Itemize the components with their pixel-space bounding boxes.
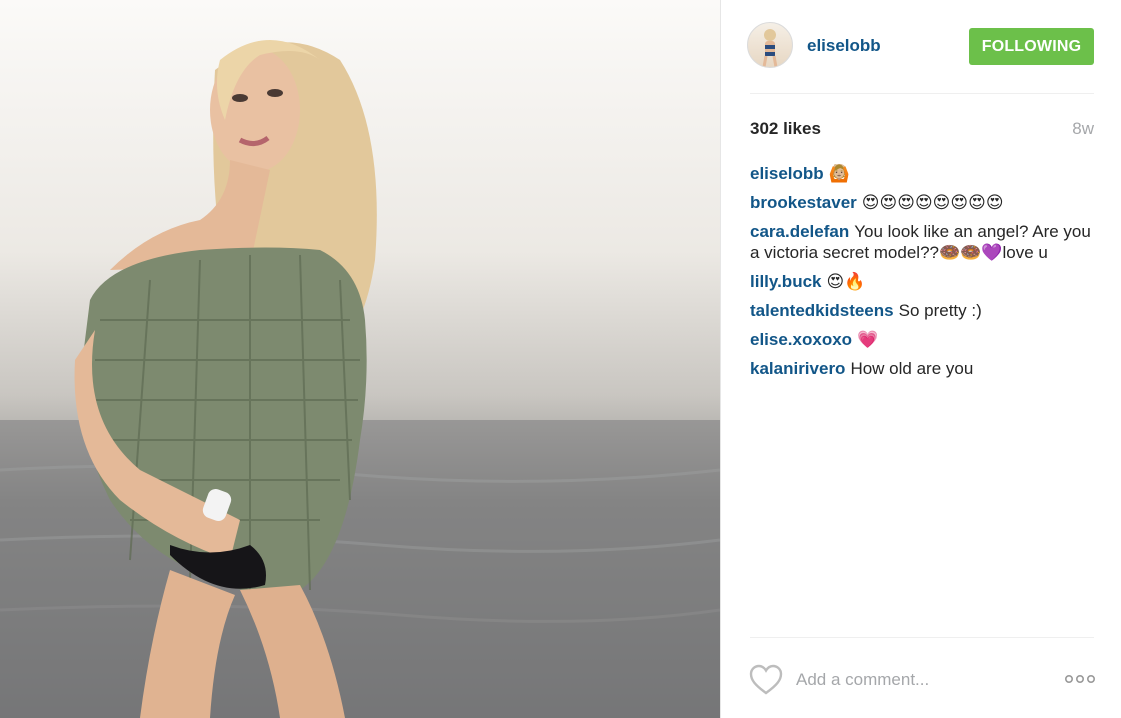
comment: kalanirivero How old are you bbox=[750, 358, 1098, 379]
comment: brookestaver 😍😍😍😍😍😍😍😍 bbox=[750, 192, 1098, 213]
more-horizontal-icon[interactable] bbox=[1064, 672, 1096, 686]
comment-username[interactable]: eliselobb bbox=[750, 164, 824, 183]
header-divider bbox=[750, 93, 1094, 94]
comment-username[interactable]: elise.xoxoxo bbox=[750, 330, 852, 349]
likes-count[interactable]: 302 likes bbox=[750, 119, 821, 139]
comment-text: How old are you bbox=[850, 359, 974, 378]
comment-text: 😍😍😍😍😍😍😍😍 bbox=[861, 193, 1004, 212]
comment: lilly.buck 😍🔥 bbox=[750, 271, 1098, 292]
heart-outline-icon[interactable] bbox=[749, 664, 783, 696]
post-time[interactable]: 8w bbox=[1072, 119, 1094, 139]
comment-username[interactable]: cara.delefan bbox=[750, 222, 849, 241]
comment: talentedkidsteens So pretty :) bbox=[750, 300, 1098, 321]
avatar[interactable] bbox=[747, 22, 793, 68]
comment-text: 💗 bbox=[857, 330, 879, 349]
comment: elise.xoxoxo 💗 bbox=[750, 329, 1098, 350]
post-username[interactable]: eliselobb bbox=[807, 36, 881, 56]
photo-illustration bbox=[0, 40, 720, 718]
comment: cara.delefan You look like an angel? Are … bbox=[750, 221, 1098, 263]
post-sidebar: eliselobb FOLLOWING 302 likes 8w eliselo… bbox=[721, 0, 1121, 718]
comment-list: eliselobb 🙆🏼 brookestaver 😍😍😍😍😍😍😍😍 cara.de… bbox=[750, 163, 1098, 387]
footer-divider bbox=[750, 637, 1094, 638]
comment-username[interactable]: talentedkidsteens bbox=[750, 301, 894, 320]
comment-text: So pretty :) bbox=[898, 301, 982, 320]
comment-username[interactable]: lilly.buck bbox=[750, 272, 822, 291]
comment-text: 🙆🏼 bbox=[828, 164, 850, 183]
comment: eliselobb 🙆🏼 bbox=[750, 163, 1098, 184]
comment-username[interactable]: brookestaver bbox=[750, 193, 857, 212]
following-button[interactable]: FOLLOWING bbox=[969, 28, 1094, 65]
add-comment-input[interactable] bbox=[796, 666, 1046, 694]
comment-username[interactable]: kalanirivero bbox=[750, 359, 845, 378]
post-photo[interactable] bbox=[0, 0, 720, 718]
comment-text: 😍🔥 bbox=[826, 272, 866, 291]
avatar-illustration bbox=[762, 29, 778, 67]
